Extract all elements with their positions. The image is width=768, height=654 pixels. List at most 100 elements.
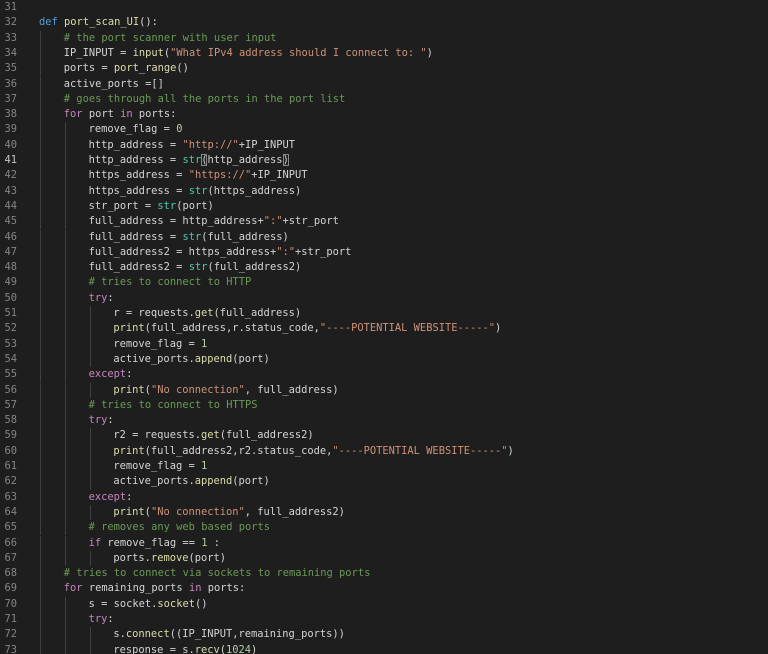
indent-guide	[40, 61, 41, 77]
code-token: active_ports.	[113, 352, 195, 365]
code-line[interactable]: 65 # removes any web based ports	[0, 520, 768, 536]
indent-guide	[40, 107, 41, 123]
indent-guide	[64, 168, 66, 184]
indent-guide	[40, 428, 41, 444]
code-line[interactable]: 67 ports.remove(port)	[0, 550, 768, 567]
line-number: 34	[4, 46, 17, 59]
code-line[interactable]: 62 active_ports.append(port)	[0, 474, 768, 490]
code-line[interactable]: 61 remove_flag = 1	[0, 459, 768, 475]
code-line[interactable]: 42 https_address = "https://"+IP_INPUT	[0, 168, 768, 184]
code-line[interactable]: 72 s.connect((IP_INPUT,remaining_ports))	[0, 627, 768, 643]
indent-guide	[40, 30, 41, 46]
line-number: 36	[4, 77, 17, 90]
comment-token: # removes any web based ports	[88, 521, 271, 534]
indent-guide	[89, 627, 91, 643]
code-text: https_address = "https://"+IP_INPUT	[89, 168, 308, 183]
code-token: :	[126, 368, 133, 381]
code-token: ports =	[63, 62, 114, 75]
code-line[interactable]: 45 full_address = http_address+":"+str_po…	[0, 214, 768, 230]
code-line[interactable]: 32 def port_scan_UI():	[0, 15, 768, 30]
matched-bracket: )	[282, 154, 289, 166]
code-line[interactable]: 49 # tries to connect to HTTP	[0, 275, 768, 291]
code-line[interactable]: 56 print("No connection", full_address)	[0, 382, 768, 398]
code-line[interactable]: 33 # the port scanner with user input	[0, 30, 768, 46]
indent-guide	[89, 504, 91, 521]
code-text: for port in ports:	[64, 107, 177, 122]
code-token: (port)	[232, 475, 270, 488]
indent-guide	[64, 520, 66, 536]
code-line[interactable]: 51 r = requests.get(full_address)	[0, 306, 768, 322]
code-line[interactable]: 73 response = s.recv(1024)	[0, 642, 768, 654]
indent-guide	[40, 153, 41, 169]
line-number: 32	[4, 16, 17, 29]
code-text: try:	[89, 612, 114, 627]
code-text: except:	[89, 490, 133, 505]
code-line[interactable]: 41 http_address = str(http_address)	[0, 153, 768, 169]
line-number: 66	[4, 536, 17, 549]
code-token: :	[126, 490, 133, 503]
line-number: 73	[4, 643, 17, 654]
code-line[interactable]: 71 try:	[0, 612, 768, 628]
indent-guide	[64, 489, 66, 505]
keyword-token: for	[63, 582, 83, 595]
indent-guide	[40, 474, 41, 490]
code-text: http_address = str(http_address)	[89, 153, 289, 168]
code-line[interactable]: 70 s = socket.socket()	[0, 596, 768, 612]
code-line[interactable]: 57 # tries to connect to HTTPS	[0, 397, 768, 414]
code-line[interactable]: 66 if remove_flag == 1 :	[0, 535, 768, 551]
number-token: 1	[200, 460, 208, 472]
function-token: recv	[194, 643, 220, 654]
code-editor[interactable]: 31 32 def port_scan_UI(): 33 # the port scan…	[0, 0, 768, 654]
code-line[interactable]: 43 https_address = str(https_address)	[0, 183, 768, 199]
code-line[interactable]: 31	[0, 0, 768, 15]
code-line[interactable]: 47 full_address2 = https_address+":"+str_…	[0, 244, 768, 261]
code-line[interactable]: 38 for port in ports:	[0, 107, 768, 123]
indent-guide	[64, 413, 66, 429]
indent-guide	[64, 382, 66, 398]
code-text: r = requests.get(full_address)	[113, 306, 301, 321]
line-number: 37	[4, 92, 17, 105]
function-token: connect	[125, 628, 170, 641]
line-number: 48	[4, 261, 17, 274]
code-line[interactable]: 35 ports = port_range()	[0, 61, 768, 77]
indent-guide	[40, 122, 41, 138]
code-line[interactable]: 69 for remaining_ports in ports:	[0, 581, 768, 597]
code-line[interactable]: 68 # tries to connect via sockets to rema…	[0, 566, 768, 582]
code-line[interactable]: 48 full_address2 = str(full_address2)	[0, 260, 768, 276]
code-line[interactable]: 53 remove_flag = 1	[0, 336, 768, 352]
code-line[interactable]: 63 except:	[0, 489, 768, 505]
code-text: print(full_address2,r2.status_code,"----…	[113, 444, 513, 459]
code-token: +IP_INPUT	[251, 169, 308, 182]
code-token: response = s.	[113, 643, 195, 654]
function-token: port_range	[113, 62, 177, 75]
code-token: port	[82, 108, 121, 121]
code-text: active_ports =[]	[64, 77, 164, 92]
code-line[interactable]: 54 active_ports.append(port)	[0, 351, 768, 368]
code-text: except:	[89, 367, 133, 382]
code-token: str_port =	[88, 199, 158, 212]
code-line[interactable]: 36 active_ports =[]	[0, 76, 768, 92]
code-text: def port_scan_UI():	[39, 15, 158, 30]
code-line[interactable]: 50 try:	[0, 290, 768, 306]
function-token: str	[182, 230, 202, 243]
code-token: )	[426, 46, 433, 59]
code-line[interactable]: 46 full_address = str(full_address)	[0, 229, 768, 245]
code-line[interactable]: 64 print("No connection", full_address2)	[0, 504, 768, 521]
code-line[interactable]: 39 remove_flag = 0	[0, 122, 768, 138]
code-token: (full_address2)	[207, 261, 302, 274]
code-line[interactable]: 60 print(full_address2,r2.status_code,"--…	[0, 443, 768, 459]
code-line[interactable]: 44 str_port = str(port)	[0, 198, 768, 215]
code-line[interactable]: 37 # goes through all the ports in the po…	[0, 91, 768, 108]
indent-guide	[40, 489, 41, 505]
code-line[interactable]: 52 print(full_address,r.status_code,"----…	[0, 321, 768, 337]
code-line[interactable]: 40 http_address = "http://"+IP_INPUT	[0, 137, 768, 153]
code-line[interactable]: 55 except:	[0, 367, 768, 383]
indent-guide	[64, 275, 66, 291]
indent-guide	[89, 382, 91, 398]
indent-guide	[64, 612, 66, 628]
code-line[interactable]: 58 try:	[0, 413, 768, 429]
line-number: 42	[4, 169, 17, 182]
code-line[interactable]: 59 r2 = requests.get(full_address2)	[0, 428, 768, 444]
code-token: ports:	[132, 108, 177, 121]
code-line[interactable]: 34 IP_INPUT = input("What IPv4 address sh…	[0, 45, 768, 62]
